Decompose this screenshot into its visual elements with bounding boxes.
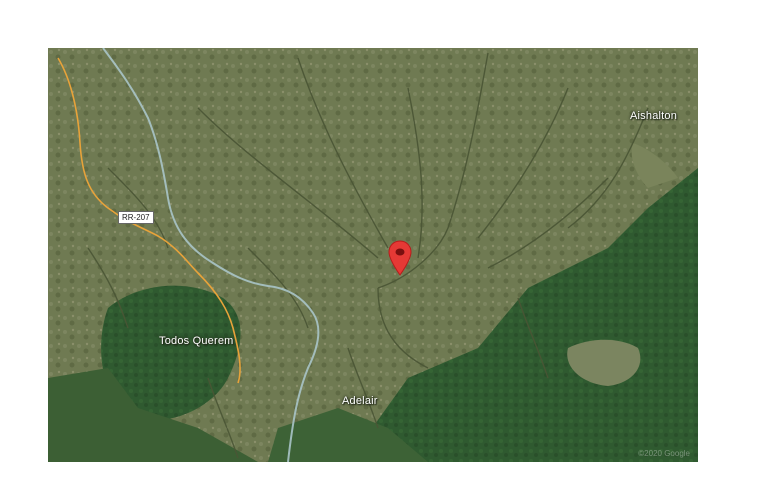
place-label-adelair[interactable]: Adelair	[342, 395, 378, 407]
map-copyright: ©2020 Google	[638, 449, 690, 458]
place-label-aishalton[interactable]: Aishalton	[630, 110, 677, 122]
satellite-map[interactable]: Aishalton Todos Querem Adelair RR-207 ©2…	[48, 48, 698, 462]
place-label-todos-querem[interactable]: Todos Querem	[159, 335, 234, 347]
road-shield-rr207: RR-207	[118, 211, 154, 224]
